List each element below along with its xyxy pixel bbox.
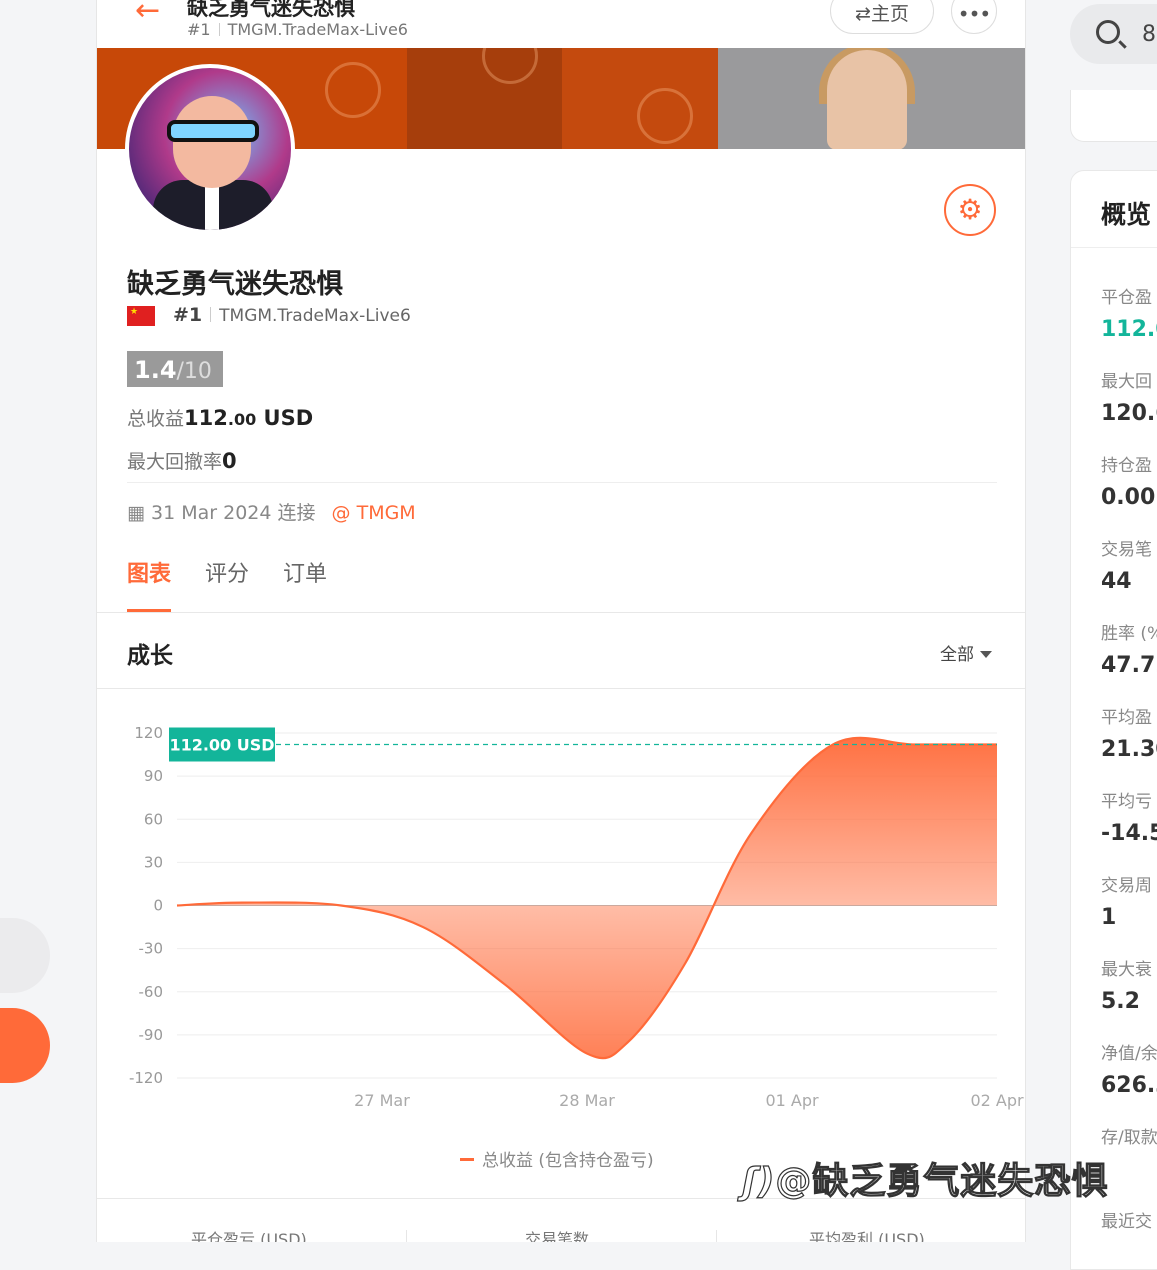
topbar-account: TMGM.TradeMax-Live6 xyxy=(227,20,408,39)
y-tick-label: -90 xyxy=(139,1026,164,1044)
col-trade-count: 交易笔数 xyxy=(525,1230,590,1242)
watermark: ʃ)@缺乏勇气迷失恐惧 xyxy=(741,1152,1109,1204)
back-arrow-icon[interactable]: ← xyxy=(135,0,160,26)
watermark-logo: ʃ) xyxy=(741,1160,776,1202)
y-tick-label: -30 xyxy=(139,940,164,958)
profile-account: TMGM.TradeMax-Live6 xyxy=(219,306,411,326)
max-drawdown-row: 最大回撤率0 xyxy=(127,447,237,474)
overview-value: -14.5 xyxy=(1101,821,1157,846)
chart-legend: 总收益 (包含持仓盈亏) xyxy=(460,1146,654,1171)
overview-label: 交易笔 xyxy=(1101,540,1152,560)
overview-value: 112.0 xyxy=(1101,317,1157,342)
x-tick-label: 02 Apr xyxy=(970,1091,1024,1110)
broker-link[interactable]: @ TMGM xyxy=(332,502,416,524)
x-tick-label: 01 Apr xyxy=(765,1091,819,1110)
overview-label: 平均亏 xyxy=(1101,792,1152,812)
overview-value: 1 xyxy=(1101,905,1117,930)
overview-label: 持仓盈 xyxy=(1101,456,1152,476)
x-tick-label: 27 Mar xyxy=(354,1091,410,1110)
right-sidebar: 8 概览 平仓盈 112.0 最大回 120.6 持仓盈 0.00 交易笔 44 胜率 (% 47… xyxy=(1070,0,1157,1270)
topbar-rank: #1 xyxy=(187,20,211,39)
y-tick-label: 0 xyxy=(153,897,163,915)
profile-name: 缺乏勇气迷失恐惧 xyxy=(127,269,343,300)
max-drawdown-value: 0 xyxy=(222,449,237,473)
top-bar: ← 缺乏勇气迷失恐惧 #1 TMGM.TradeMax-Live6 ⇄主页 ••• xyxy=(97,0,1025,48)
legend-line-swatch xyxy=(460,1158,474,1161)
topbar-subtitle: #1 TMGM.TradeMax-Live6 xyxy=(187,20,408,39)
score-badge: 1.4/10 xyxy=(127,351,223,387)
overview-label: 净值/余 xyxy=(1101,1044,1157,1064)
profile-rank: #1 xyxy=(173,304,203,326)
avatar[interactable] xyxy=(125,64,295,234)
home-button[interactable]: ⇄主页 xyxy=(830,0,934,34)
overview-value: 47.72 xyxy=(1101,653,1157,678)
topbar-title: 缺乏勇气迷失恐惧 xyxy=(187,0,355,20)
x-tick-label: 28 Mar xyxy=(559,1091,615,1110)
tab-chart[interactable]: 图表 xyxy=(127,558,172,612)
growth-section-title: 成长 xyxy=(127,643,173,669)
main-panel: ← 缺乏勇气迷失恐惧 #1 TMGM.TradeMax-Live6 ⇄主页 •••… xyxy=(96,0,1026,1242)
calendar-icon: ▦ xyxy=(127,502,145,524)
chevron-down-icon xyxy=(980,651,992,658)
connected-row: ▦ 31 Mar 2024 连接 @ TMGM xyxy=(127,498,416,525)
search-text: 8 xyxy=(1142,22,1156,47)
settings-gear-icon[interactable]: ⚙ xyxy=(944,184,996,236)
overview-label: 最大回 xyxy=(1101,372,1152,392)
current-value-label: 112.00 USD xyxy=(169,736,274,755)
y-tick-label: 120 xyxy=(134,724,163,742)
floating-button-light[interactable] xyxy=(0,918,50,993)
range-value: 全部 xyxy=(940,645,974,665)
floating-button-orange[interactable] xyxy=(0,1008,50,1083)
overview-label: 最大衰 xyxy=(1101,960,1152,980)
legend-label: 总收益 (包含持仓盈亏) xyxy=(482,1151,654,1171)
total-profit-row: 总收益112.00 USD xyxy=(127,404,313,431)
overview-label: 存/取款 xyxy=(1101,1128,1157,1148)
y-tick-label: 30 xyxy=(144,853,163,871)
total-profit-value: 112.00 USD xyxy=(184,406,314,430)
col-avg-profit: 平均盈利 (USD) xyxy=(809,1230,925,1242)
overview-label: 交易周 xyxy=(1101,876,1152,896)
y-tick-label: 60 xyxy=(144,810,163,828)
watermark-text: @缺乏勇气迷失恐惧 xyxy=(775,1160,1109,1202)
score-max: /10 xyxy=(176,359,212,384)
total-profit-label: 总收益 xyxy=(127,408,185,430)
overview-label: 最近交 xyxy=(1101,1212,1152,1232)
search-icon xyxy=(1096,20,1120,44)
y-tick-label: -60 xyxy=(139,983,164,1001)
range-dropdown[interactable]: 全部 xyxy=(940,640,992,665)
search-input[interactable]: 8 xyxy=(1070,4,1157,64)
score-value: 1.4 xyxy=(134,356,177,384)
overview-title: 概览 xyxy=(1101,200,1152,229)
tab-bar: 图表 评分 订单 xyxy=(127,558,361,612)
overview-label: 平仓盈 xyxy=(1101,288,1152,308)
overview-value: 0.00 xyxy=(1101,485,1156,510)
overview-label: 胜率 (% xyxy=(1101,624,1157,644)
overview-card: 概览 平仓盈 112.0 最大回 120.6 持仓盈 0.00 交易笔 44 胜率 (% 47.7… xyxy=(1070,170,1157,1270)
y-tick-label: 90 xyxy=(144,767,163,785)
tab-orders[interactable]: 订单 xyxy=(283,558,327,612)
profile-rank-row: #1 TMGM.TradeMax-Live6 xyxy=(173,304,411,326)
overview-value: 5.2 xyxy=(1101,989,1140,1014)
overview-label: 平均盈 xyxy=(1101,708,1152,728)
more-options-button[interactable]: ••• xyxy=(951,0,997,34)
overview-value: 120.6 xyxy=(1101,401,1157,426)
col-closed-pnl: 平仓盈亏 (USD) xyxy=(191,1230,307,1242)
connected-date: 31 Mar 2024 连接 xyxy=(151,502,316,524)
max-drawdown-label: 最大回撤率 xyxy=(127,451,223,473)
sidebar-card xyxy=(1070,90,1157,142)
bottom-stats-header: 平仓盈亏 (USD) 交易笔数 平均盈利 (USD) xyxy=(97,1216,1025,1242)
china-flag-icon: ★ xyxy=(127,306,155,326)
y-tick-label: -120 xyxy=(129,1069,163,1087)
overview-value: 626.3 xyxy=(1101,1073,1157,1098)
tab-rating[interactable]: 评分 xyxy=(205,558,249,612)
growth-chart: 120 90 60 30 0 -30 -60 -90 -120 27 Mar 28 Mar 01 Ap… xyxy=(129,724,1024,1110)
overview-value: 21.30 xyxy=(1101,737,1157,762)
overview-value: 44 xyxy=(1101,569,1132,594)
